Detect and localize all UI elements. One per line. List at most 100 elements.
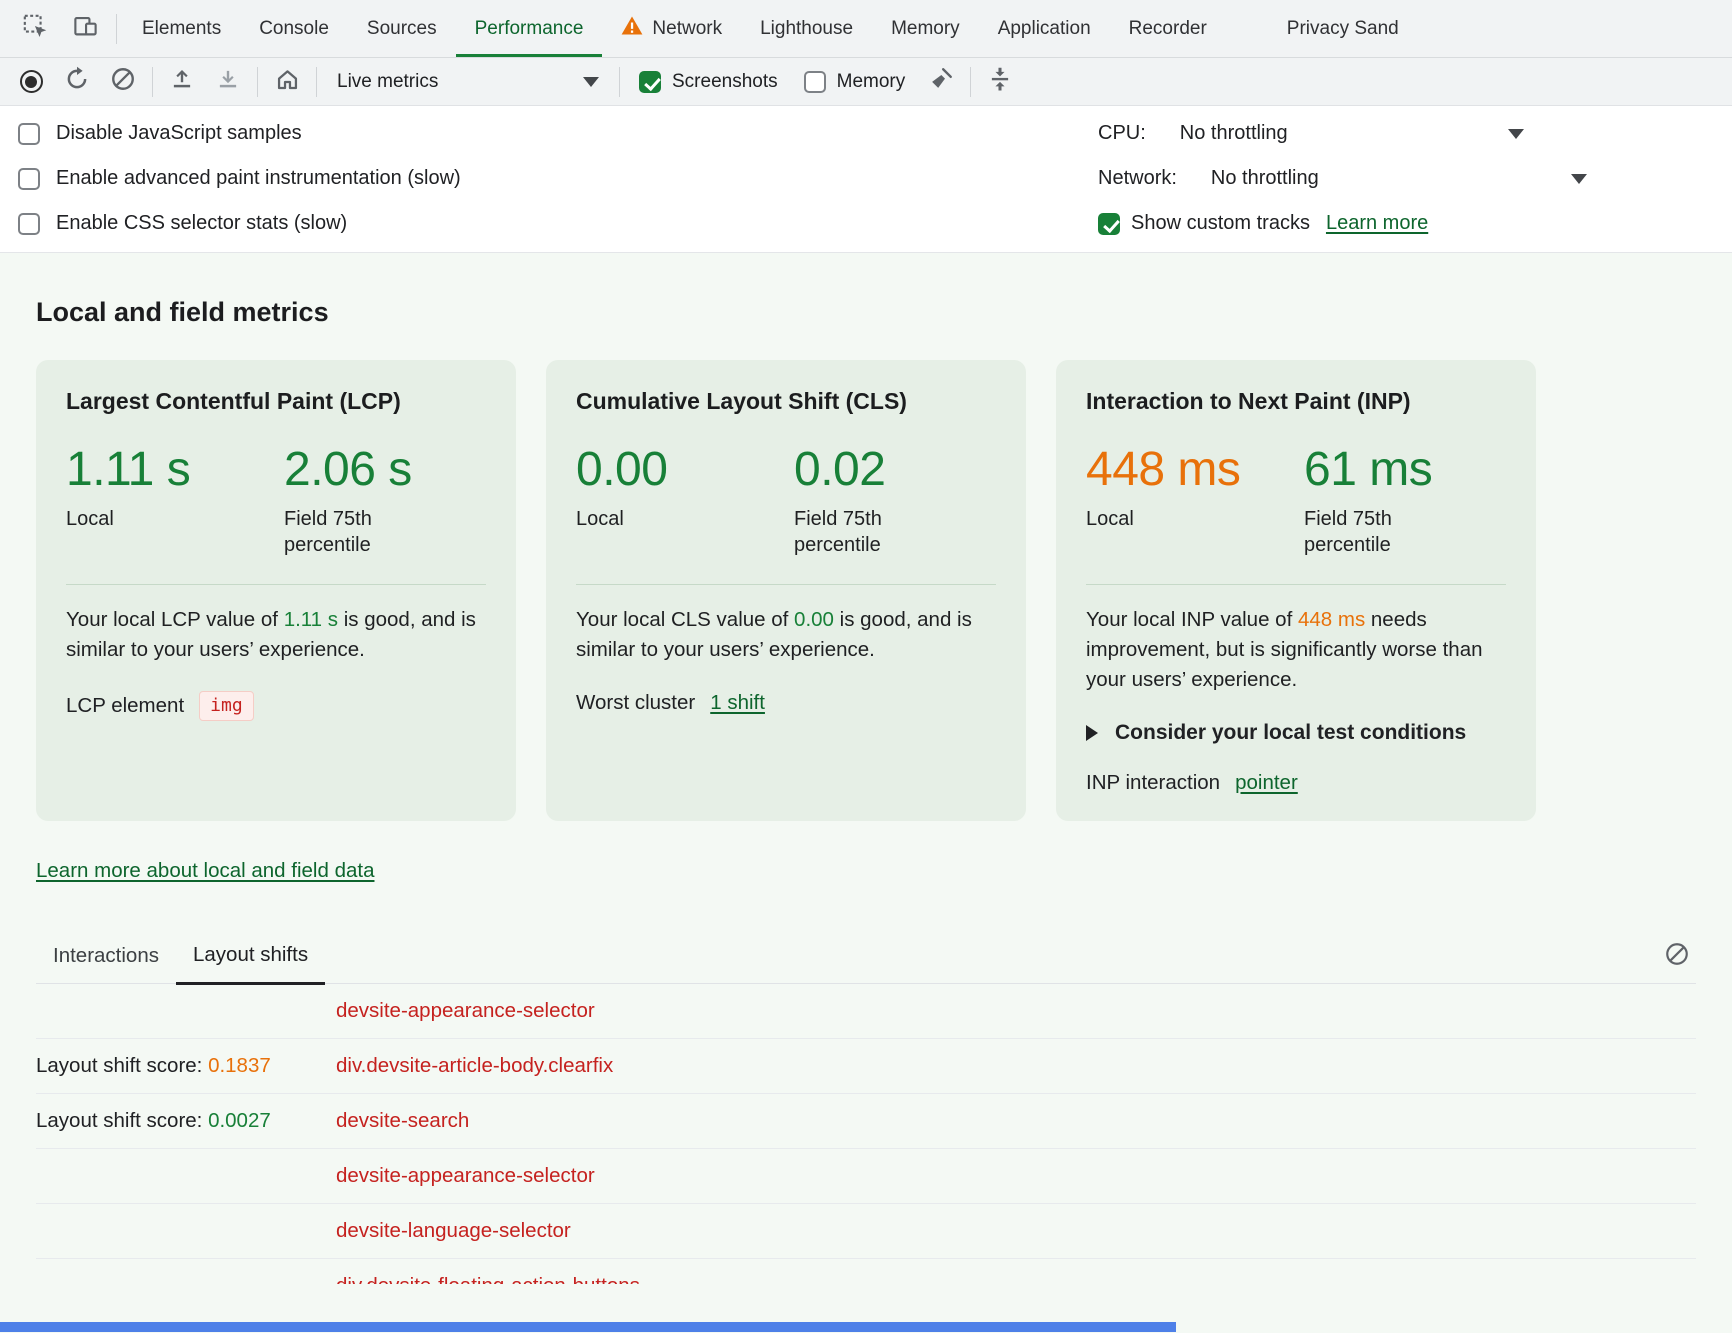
worst-cluster-link[interactable]: 1 shift: [710, 691, 765, 715]
learn-more-link[interactable]: Learn more: [1326, 212, 1428, 235]
tab-elements[interactable]: Elements: [123, 0, 240, 57]
layout-shift-row[interactable]: devsite-appearance-selector: [36, 1149, 1696, 1204]
save-profile-button[interactable]: [205, 62, 251, 102]
memory-checkbox[interactable]: [804, 71, 826, 93]
clear-icon: [110, 66, 136, 97]
tab-network[interactable]: Network: [602, 0, 741, 57]
lcp-element-link[interactable]: img: [199, 691, 254, 721]
cpu-throttling-select[interactable]: No throttling: [1180, 122, 1524, 145]
inspect-element-button[interactable]: [10, 0, 60, 57]
tab-memory[interactable]: Memory: [872, 0, 979, 57]
toolbar-separator: [152, 67, 153, 97]
element-link[interactable]: devsite-appearance-selector: [336, 1164, 595, 1188]
element-link[interactable]: div.devsite-article-body.clearfix: [336, 1054, 613, 1078]
arrows-to-line-icon: [987, 66, 1013, 97]
memory-label: Memory: [837, 71, 906, 93]
load-profile-button[interactable]: [159, 62, 205, 102]
tab-sources[interactable]: Sources: [348, 0, 456, 57]
memory-checkbox-group[interactable]: Memory: [791, 71, 919, 93]
layout-shift-row[interactable]: devsite-appearance-selector: [36, 984, 1696, 1039]
lcp-card-title: Largest Contentful Paint (LCP): [66, 388, 486, 415]
screenshots-checkbox[interactable]: [639, 71, 661, 93]
disable-js-samples-row[interactable]: Disable JavaScript samples: [18, 111, 461, 156]
tab-interactions[interactable]: Interactions: [36, 932, 176, 983]
lcp-local-label: Local: [66, 506, 284, 532]
screenshots-checkbox-group[interactable]: Screenshots: [626, 71, 791, 93]
network-throttling-select[interactable]: No throttling: [1211, 167, 1587, 190]
cls-local-label: Local: [576, 506, 794, 532]
custom-tracks-checkbox[interactable]: [1098, 213, 1120, 235]
css-selector-stats-checkbox[interactable]: [18, 213, 40, 235]
layout-shift-row[interactable]: Layout shift score: 0.0027 devsite-searc…: [36, 1094, 1696, 1149]
live-metrics-label: Live metrics: [337, 71, 438, 93]
advanced-paint-checkbox[interactable]: [18, 168, 40, 190]
lcp-inline-value: 1.11 s: [284, 608, 338, 631]
horizontal-scrollbar-thumb[interactable]: [0, 1322, 1176, 1332]
cpu-throttling-row: CPU: No throttling: [1098, 111, 1714, 156]
element-link[interactable]: devsite-search: [336, 1109, 469, 1133]
inp-local-label: Local: [1086, 506, 1304, 532]
inp-values: 448 ms Local 61 ms Field 75th percentile: [1086, 445, 1506, 558]
custom-tracks-checkbox-group[interactable]: Show custom tracks: [1098, 212, 1310, 235]
logs-subtabs: Interactions Layout shifts: [36, 931, 1696, 984]
inp-interaction-link[interactable]: pointer: [1235, 771, 1298, 795]
cpu-throttling-value: No throttling: [1180, 122, 1288, 145]
device-toolbar-button[interactable]: [60, 0, 110, 57]
toolbar-separator: [970, 67, 971, 97]
collapse-panel-button[interactable]: [977, 62, 1023, 102]
element-link[interactable]: div.devsite-floating-action-buttons: [336, 1274, 640, 1284]
network-throttling-value: No throttling: [1211, 167, 1319, 190]
local-test-conditions-expander[interactable]: Consider your local test conditions: [1086, 721, 1506, 745]
tab-console[interactable]: Console: [240, 0, 348, 57]
tab-recorder[interactable]: Recorder: [1110, 0, 1226, 57]
layout-shift-row[interactable]: Layout shift score: 0.1837 div.devsite-a…: [36, 1039, 1696, 1094]
lcp-local-value: 1.11 s: [66, 445, 284, 495]
shift-score-cell: Layout shift score: 0.1837: [36, 1054, 336, 1078]
layout-shift-row[interactable]: div.devsite-floating-action-buttons: [36, 1259, 1696, 1284]
inp-field-label: Field 75th percentile: [1304, 506, 1429, 558]
disable-js-samples-checkbox[interactable]: [18, 123, 40, 145]
advanced-paint-label: Enable advanced paint instrumentation (s…: [56, 167, 461, 190]
tab-application[interactable]: Application: [979, 0, 1110, 57]
lcp-card: Largest Contentful Paint (LCP) 1.11 s Lo…: [36, 360, 516, 821]
inp-footer: INP interaction pointer: [1086, 771, 1506, 795]
inp-interaction-label: INP interaction: [1086, 771, 1220, 795]
broom-icon: [928, 66, 954, 97]
lcp-description: Your local LCP value of 1.11 s is good, …: [66, 584, 486, 664]
home-icon: [274, 66, 301, 98]
record-button[interactable]: [8, 62, 54, 102]
record-and-reload-button[interactable]: [54, 62, 100, 102]
download-icon: [215, 66, 241, 97]
shift-score-value: 0.1837: [208, 1054, 271, 1077]
css-selector-stats-label: Enable CSS selector stats (slow): [56, 212, 347, 235]
toolbar-separator: [619, 67, 620, 97]
custom-tracks-row: Show custom tracks Learn more: [1098, 201, 1714, 246]
record-icon: [20, 70, 43, 93]
inspect-icon: [22, 13, 49, 45]
inp-local-group: 448 ms Local: [1086, 445, 1304, 558]
learn-more-local-field-link[interactable]: Learn more about local and field data: [36, 859, 374, 882]
settings-checkboxes: Disable JavaScript samples Enable advanc…: [18, 111, 461, 246]
tab-performance[interactable]: Performance: [456, 0, 603, 57]
layout-shift-list: devsite-appearance-selector Layout shift…: [36, 984, 1696, 1284]
devtools-tabbar: Elements Console Sources Performance Net…: [0, 0, 1732, 58]
network-label: Network:: [1098, 167, 1177, 190]
live-metrics-select[interactable]: Live metrics: [323, 62, 613, 102]
layout-shift-row[interactable]: devsite-language-selector: [36, 1204, 1696, 1259]
clear-log-button[interactable]: [1664, 941, 1690, 972]
toolbar-separator: [257, 67, 258, 97]
tab-privacy-sandbox[interactable]: Privacy Sand: [1268, 0, 1418, 57]
tab-lighthouse[interactable]: Lighthouse: [741, 0, 872, 57]
css-selector-stats-row[interactable]: Enable CSS selector stats (slow): [18, 201, 461, 246]
field-data-setup-button[interactable]: [264, 62, 310, 102]
upload-icon: [169, 66, 195, 97]
clear-button[interactable]: [100, 62, 146, 102]
element-link[interactable]: devsite-language-selector: [336, 1219, 571, 1243]
collect-garbage-button[interactable]: [918, 62, 964, 102]
chevron-down-icon: [1571, 174, 1587, 184]
element-link[interactable]: devsite-appearance-selector: [336, 999, 595, 1023]
throttling-settings: CPU: No throttling Network: No throttlin…: [1098, 111, 1714, 246]
tab-layout-shifts[interactable]: Layout shifts: [176, 931, 325, 985]
advanced-paint-row[interactable]: Enable advanced paint instrumentation (s…: [18, 156, 461, 201]
worst-cluster-label: Worst cluster: [576, 691, 695, 715]
